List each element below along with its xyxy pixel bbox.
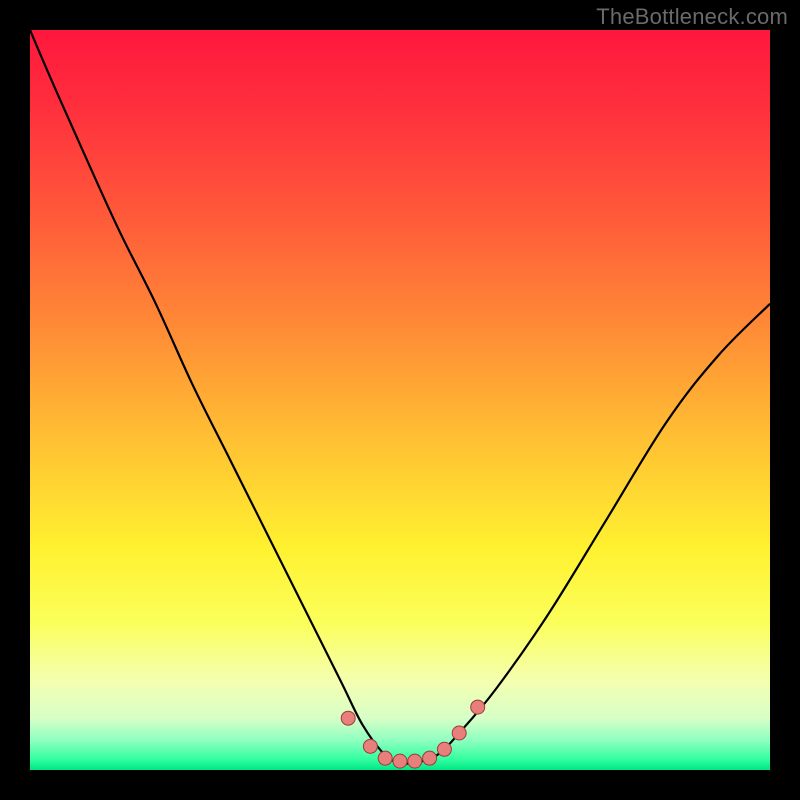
curve-marker [378,751,392,765]
curve-marker [393,754,407,768]
plot-area [30,30,770,770]
watermark-text: TheBottleneck.com [596,4,788,30]
chart-frame: TheBottleneck.com [0,0,800,800]
curve-marker [452,726,466,740]
curve-marker [408,754,422,768]
bottleneck-chart [30,30,770,770]
gradient-background [30,30,770,770]
curve-marker [471,700,485,714]
curve-marker [437,742,451,756]
curve-marker [341,711,355,725]
curve-marker [363,739,377,753]
curve-marker [423,751,437,765]
